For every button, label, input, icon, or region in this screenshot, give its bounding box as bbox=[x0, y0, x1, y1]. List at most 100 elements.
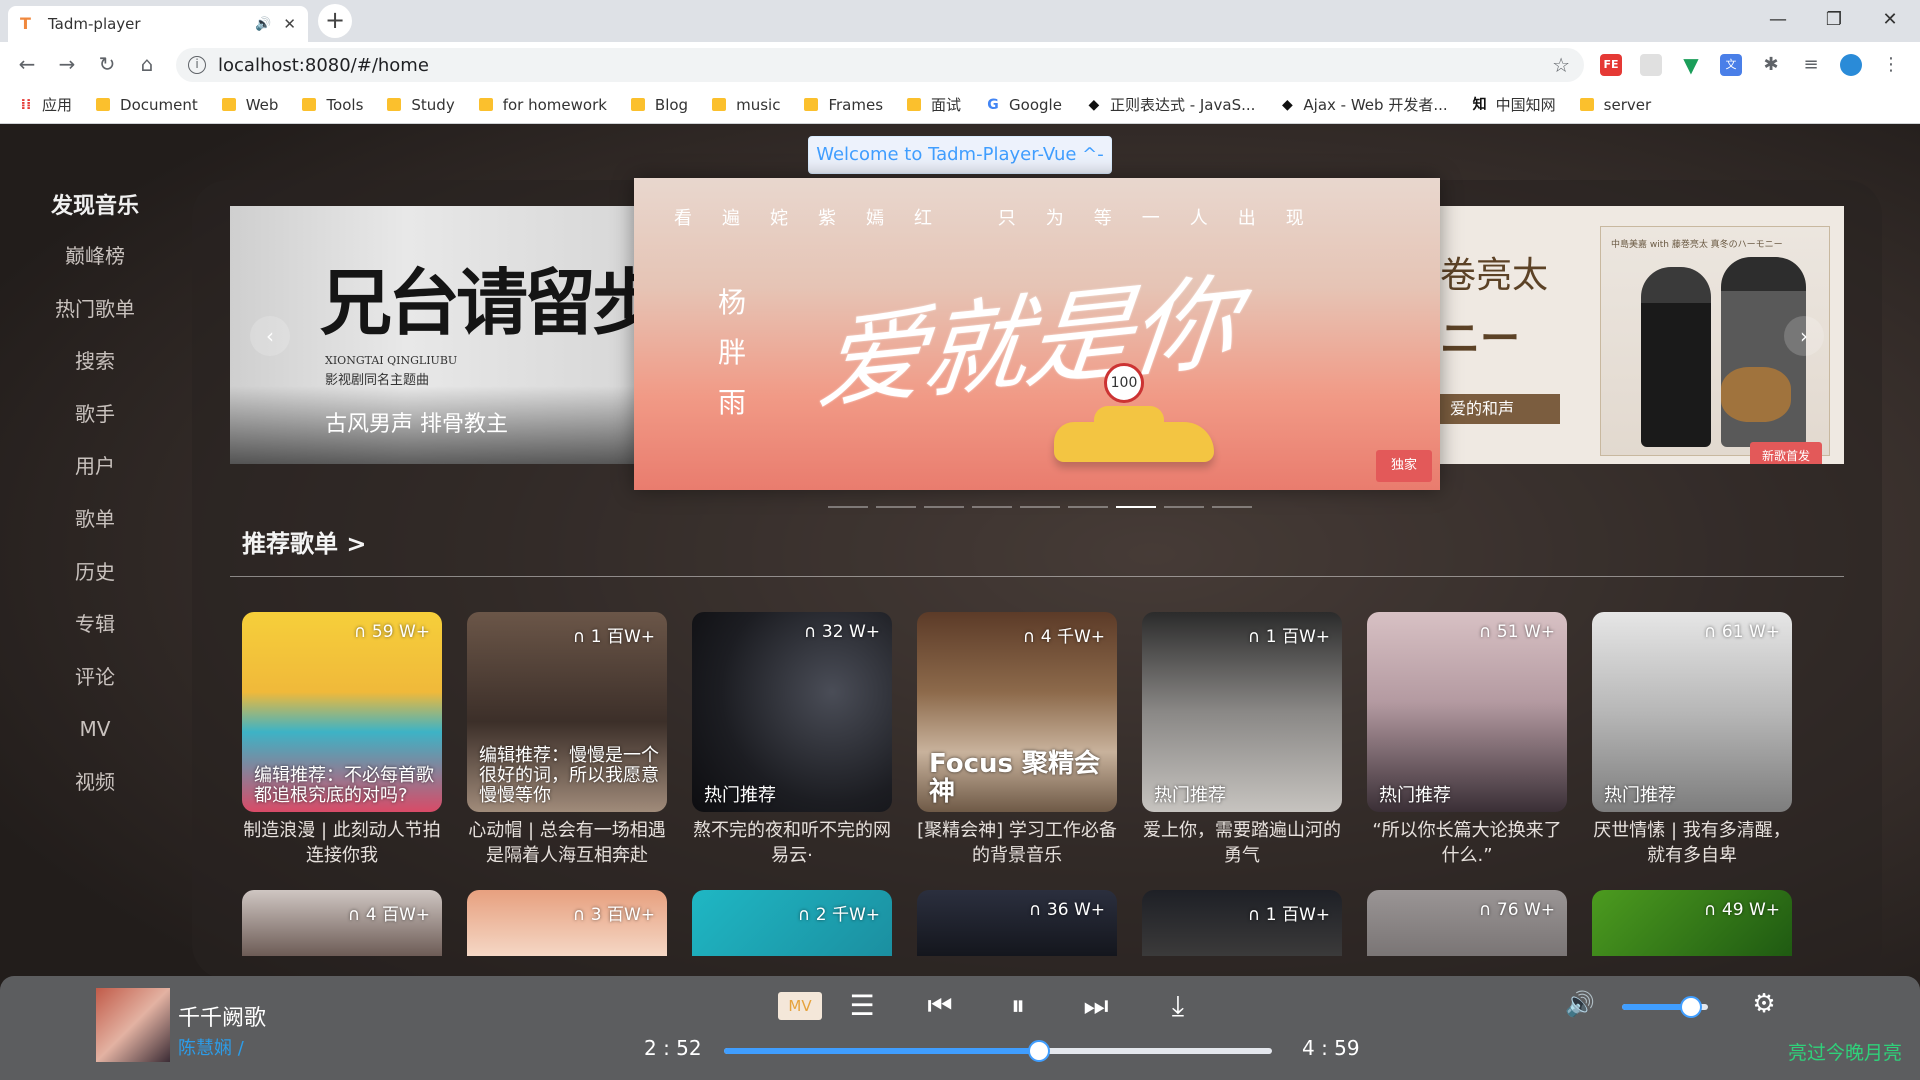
progress-fill bbox=[724, 1048, 1040, 1054]
translate-icon[interactable]: 文 bbox=[1720, 54, 1742, 76]
bookmark-apps[interactable]: ⁞⁞ 应用 bbox=[18, 94, 72, 115]
playlist-card[interactable]: ∩ 32 W+ 热门推荐 熬不完的夜和听不完的网易云· bbox=[692, 612, 892, 868]
sidebar-item-hot-playlists[interactable]: 热门歌单 bbox=[30, 283, 160, 336]
bookmark-item[interactable]: 知中国知网 bbox=[1472, 94, 1556, 115]
carousel-indicator[interactable] bbox=[1212, 506, 1252, 508]
carousel-indicator[interactable] bbox=[972, 506, 1012, 508]
album-thumbnail[interactable] bbox=[96, 988, 170, 1062]
playlist-card[interactable]: ∩ 2 千W+ bbox=[692, 890, 892, 956]
menu-kebab-icon[interactable]: ⋮ bbox=[1880, 54, 1902, 76]
slide-right-text-b: ニー bbox=[1440, 316, 1520, 362]
sidebar-title[interactable]: 发现音乐 bbox=[30, 184, 160, 230]
media-control-icon[interactable]: ≡ bbox=[1800, 54, 1822, 76]
forward-icon[interactable]: → bbox=[52, 50, 82, 78]
bookmark-item[interactable]: music bbox=[712, 96, 780, 114]
extension-grey-icon[interactable] bbox=[1640, 54, 1662, 76]
carousel-prev-icon[interactable]: ‹ bbox=[250, 316, 290, 356]
back-icon[interactable]: ← bbox=[12, 50, 42, 78]
next-song-title[interactable]: 亮过今晚月亮 bbox=[1788, 1038, 1902, 1065]
carousel-slide-left[interactable]: 兄台请留步 XIONGTAI QINGLIUBU 影视剧同名主题曲 古风男声 排… bbox=[230, 206, 670, 464]
sidebar-item-search[interactable]: 搜索 bbox=[30, 335, 160, 388]
playlist-card[interactable]: ∩ 1 百W+ 编辑推荐：慢慢是一个很好的词，所以我愿意慢慢等你 心动帽 | 总… bbox=[467, 612, 667, 868]
new-tab-button[interactable]: + bbox=[318, 4, 352, 38]
carousel-next-icon[interactable]: › bbox=[1784, 316, 1824, 356]
extensions-puzzle-icon[interactable]: ✱ bbox=[1760, 54, 1782, 76]
bookmark-star-icon[interactable]: ☆ bbox=[1552, 53, 1570, 77]
carousel-slide-active[interactable]: 看遍姹紫嫣红 只为等一人出现 杨胖雨 爱就是你 100 独家 bbox=[634, 178, 1440, 490]
bookmark-google[interactable]: G Google bbox=[985, 96, 1062, 114]
sidebar-item-singers[interactable]: 歌手 bbox=[30, 388, 160, 441]
maximize-button[interactable]: ❐ bbox=[1814, 6, 1854, 34]
sidebar-item-albums[interactable]: 专辑 bbox=[30, 598, 160, 651]
next-track-icon[interactable]: ⏭ bbox=[1078, 988, 1114, 1024]
bookmark-item[interactable]: server bbox=[1579, 96, 1651, 114]
sidebar-item-top-charts[interactable]: 巅峰榜 bbox=[30, 230, 160, 283]
mv-button[interactable]: MV bbox=[778, 992, 822, 1020]
home-icon[interactable]: ⌂ bbox=[132, 50, 162, 78]
extension-v-icon[interactable]: ▼ bbox=[1680, 54, 1702, 76]
carousel-indicator[interactable] bbox=[924, 506, 964, 508]
bookmark-item[interactable]: Document bbox=[96, 96, 198, 114]
playlist-menu-icon[interactable]: ☰ bbox=[844, 988, 880, 1024]
song-artist[interactable]: 陈慧娴 / bbox=[178, 1034, 244, 1060]
previous-track-icon[interactable]: ⏮ bbox=[922, 988, 958, 1024]
extension-fe-icon[interactable]: FE bbox=[1600, 54, 1622, 76]
close-window-button[interactable]: ✕ bbox=[1870, 6, 1910, 34]
play-count: ∩ 51 W+ bbox=[1479, 622, 1555, 642]
progress-slider[interactable] bbox=[724, 1040, 1272, 1062]
sidebar-item-history[interactable]: 历史 bbox=[30, 546, 160, 599]
carousel-slide-right[interactable]: 卷亮太 ニー 爱的和声 中島美嘉 with 藤巻亮太 真冬のハーモニー 新歌首发 bbox=[1420, 206, 1844, 464]
minimize-button[interactable]: — bbox=[1758, 6, 1798, 34]
playlist-card[interactable]: ∩ 59 W+ 编辑推荐：不必每首歌都追根究底的对吗? 制造浪漫 | 此刻动人节… bbox=[242, 612, 442, 868]
bookmark-item[interactable]: Tools bbox=[302, 96, 363, 114]
url-input[interactable]: i localhost:8080/#/home ☆ bbox=[176, 48, 1584, 82]
playlist-tag: 热门推荐 bbox=[704, 785, 776, 806]
download-icon[interactable]: ⤓ bbox=[1160, 988, 1196, 1024]
carousel-indicator[interactable] bbox=[1164, 506, 1204, 508]
playlist-card[interactable]: ∩ 51 W+ 热门推荐 “所以你长篇大论换来了什么.” bbox=[1367, 612, 1567, 868]
carousel-indicator[interactable] bbox=[1068, 506, 1108, 508]
playlist-card[interactable]: ∩ 4 千W+ Focus 聚精会神 [聚精会神] 学习工作必备的背景音乐 bbox=[917, 612, 1117, 868]
bookmark-item[interactable]: Blog bbox=[630, 96, 688, 114]
settings-gear-icon[interactable]: ⚙ bbox=[1746, 986, 1782, 1022]
site-info-icon[interactable]: i bbox=[188, 56, 206, 74]
sidebar-item-mv[interactable]: MV bbox=[30, 703, 160, 756]
carousel-indicator[interactable] bbox=[1116, 506, 1156, 508]
playlist-card[interactable]: ∩ 3 百W+ bbox=[467, 890, 667, 956]
sidebar-item-playlists[interactable]: 歌单 bbox=[30, 493, 160, 546]
carousel-indicator[interactable] bbox=[1020, 506, 1060, 508]
browser-tab[interactable]: T Tadm-player 🔊 ✕ bbox=[8, 6, 308, 42]
playlist-card[interactable]: ∩ 49 W+ bbox=[1592, 890, 1792, 956]
bookmark-item[interactable]: Study bbox=[387, 96, 455, 114]
carousel-indicator[interactable] bbox=[828, 506, 868, 508]
playlist-card[interactable]: ∩ 4 百W+ bbox=[242, 890, 442, 956]
carousel-indicator[interactable] bbox=[876, 506, 916, 508]
bookmark-item[interactable]: ◆ Ajax - Web 开发者... bbox=[1279, 94, 1448, 115]
pause-icon[interactable]: ⏸ bbox=[1000, 988, 1036, 1024]
play-count: ∩ 76 W+ bbox=[1479, 900, 1555, 920]
playlist-card[interactable]: ∩ 1 百W+ 热门推荐 爱上你，需要踏遍山河的勇气 bbox=[1142, 612, 1342, 868]
speaker-icon[interactable]: 🔊 bbox=[255, 17, 271, 32]
volume-icon[interactable]: 🔊 bbox=[1562, 986, 1598, 1022]
reload-icon[interactable]: ↻ bbox=[92, 50, 122, 78]
sidebar-item-comments[interactable]: 评论 bbox=[30, 651, 160, 704]
playlist-card[interactable]: ∩ 1 百W+ bbox=[1142, 890, 1342, 956]
bookmark-item[interactable]: for homework bbox=[478, 96, 607, 114]
playlist-card[interactable]: ∩ 36 W+ bbox=[917, 890, 1117, 956]
slide-right-text-c: 爱的和声 bbox=[1440, 394, 1560, 424]
close-tab-icon[interactable]: ✕ bbox=[283, 15, 296, 33]
section-title[interactable]: 推荐歌单 > bbox=[242, 524, 366, 559]
avatar[interactable] bbox=[1840, 54, 1862, 76]
sidebar-item-users[interactable]: 用户 bbox=[30, 440, 160, 493]
volume-slider[interactable] bbox=[1622, 996, 1708, 1018]
app-main: Welcome to Tadm-Player-Vue ^-^ 发现音乐 巅峰榜 … bbox=[0, 124, 1920, 1080]
bookmark-item[interactable]: Frames bbox=[804, 96, 883, 114]
volume-handle[interactable] bbox=[1679, 996, 1702, 1018]
bookmark-item[interactable]: Web bbox=[221, 96, 278, 114]
bookmark-item[interactable]: 面试 bbox=[907, 94, 961, 115]
sidebar-item-videos[interactable]: 视频 bbox=[30, 756, 160, 809]
bookmark-item[interactable]: ◆ 正则表达式 - JavaS... bbox=[1086, 94, 1256, 115]
progress-handle[interactable] bbox=[1028, 1040, 1051, 1062]
playlist-card[interactable]: ∩ 76 W+ bbox=[1367, 890, 1567, 956]
playlist-card[interactable]: ∩ 61 W+ 热门推荐 厌世情愫 | 我有多清醒，就有多自卑 bbox=[1592, 612, 1792, 868]
